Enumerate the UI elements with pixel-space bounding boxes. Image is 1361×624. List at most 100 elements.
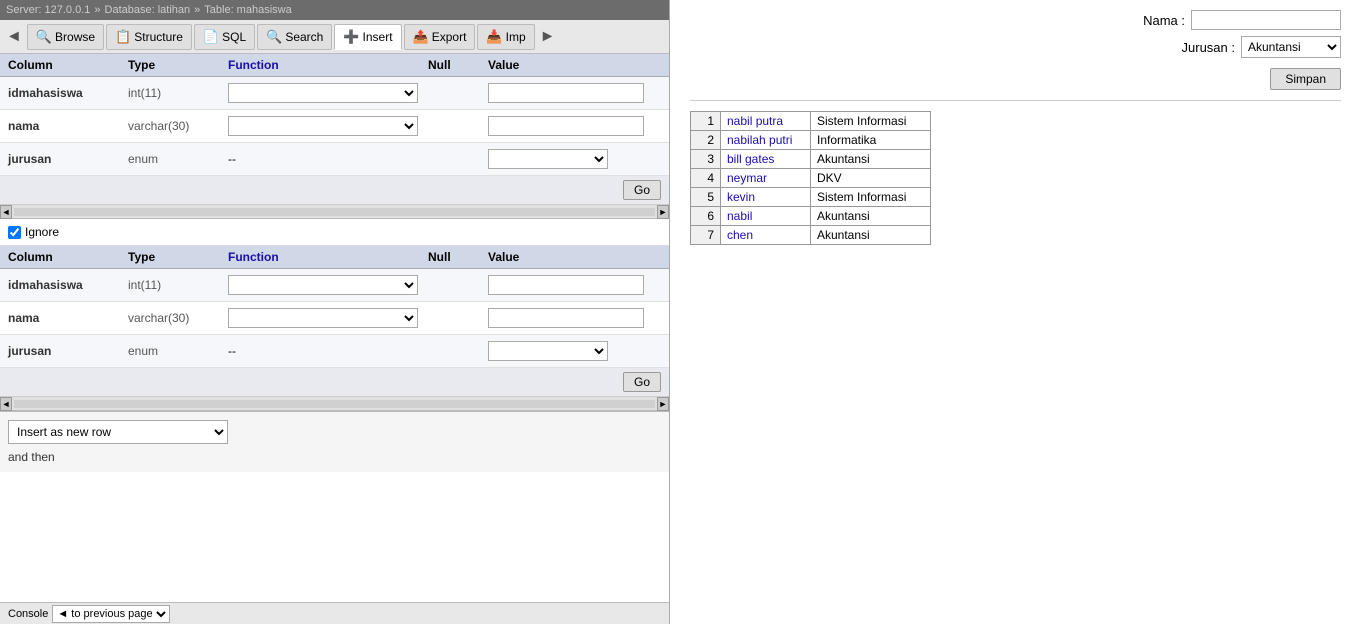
scroll-row-1: ◄ ► — [0, 205, 669, 219]
left-panel: Server: 127.0.0.1 » Database: latihan » … — [0, 0, 670, 624]
simpan-button[interactable]: Simpan — [1270, 68, 1341, 90]
scroll-right-2[interactable]: ► — [657, 397, 669, 411]
ignore-label: Ignore — [25, 225, 59, 239]
content-area: Column Type Function Null Value idmahasi… — [0, 54, 669, 602]
form1-row-jurusan: jurusan enum -- Akuntansi Informatika Si… — [0, 143, 669, 176]
nama-label: Nama : — [1125, 13, 1185, 28]
form2-row-nama: nama varchar(30) — [0, 302, 669, 335]
col-header-type-1: Type — [128, 58, 228, 72]
form2-value-idmahasiswa[interactable] — [488, 275, 644, 295]
go-button-1[interactable]: Go — [623, 180, 661, 200]
table-name-link[interactable]: nabil putra — [727, 114, 783, 128]
form1-value-nama[interactable] — [488, 116, 644, 136]
console-select[interactable]: ◄ to previous page — [52, 605, 170, 623]
form1-function-jurusan-dash: -- — [228, 152, 428, 166]
table-cell-name[interactable]: bill gates — [721, 150, 811, 169]
nama-input[interactable] — [1191, 10, 1341, 30]
console-bar: Console ◄ to previous page — [0, 602, 669, 624]
scroll-left-2[interactable]: ◄ — [0, 397, 12, 411]
console-label: Console — [8, 608, 48, 620]
nav-browse-button[interactable]: 🔍 Browse — [27, 24, 104, 50]
sql-icon: 📄 — [203, 29, 219, 45]
nav-structure-button[interactable]: 📋 Structure — [106, 24, 192, 50]
form2-row-jurusan: jurusan enum -- Akuntansi Informatika Si… — [0, 335, 669, 368]
table-name-link[interactable]: neymar — [727, 171, 767, 185]
table-name-link[interactable]: kevin — [727, 190, 755, 204]
table-name-link[interactable]: bill gates — [727, 152, 774, 166]
nama-field-row: Nama : — [1125, 10, 1341, 30]
form2-row-idmahasiswa: idmahasiswa int(11) — [0, 269, 669, 302]
form1-value-jurusan[interactable]: Akuntansi Informatika Sistem Informasi D… — [488, 149, 608, 169]
form1-value-idmahasiswa[interactable] — [488, 83, 644, 103]
table-cell-name[interactable]: chen — [721, 226, 811, 245]
back-arrow-button[interactable]: ◄ — [2, 28, 26, 46]
table-cell-name[interactable]: nabil — [721, 207, 811, 226]
form1-function-idmahasiswa[interactable] — [228, 83, 418, 103]
divider — [690, 100, 1341, 101]
ignore-checkbox[interactable] — [8, 226, 21, 239]
table-row: 6nabilAkuntansi — [691, 207, 931, 226]
insert-form-1: Column Type Function Null Value idmahasi… — [0, 54, 669, 219]
go-row-2: Go — [0, 368, 669, 397]
nav-insert-button[interactable]: ➕ Insert — [334, 24, 401, 50]
table-row: 7chenAkuntansi — [691, 226, 931, 245]
form2-function-nama[interactable] — [228, 308, 418, 328]
sql-label: SQL — [222, 30, 246, 44]
table-cell-id: 7 — [691, 226, 721, 245]
server-label: Server: 127.0.0.1 — [6, 4, 90, 16]
table-row: 1nabil putraSistem Informasi — [691, 112, 931, 131]
table-cell-jurusan: Informatika — [811, 131, 931, 150]
title-separator1: » — [94, 4, 100, 16]
form1-function-nama[interactable] — [228, 116, 418, 136]
right-form-section: Nama : Jurusan : Akuntansi Informatika S… — [690, 10, 1341, 90]
browse-icon: 🔍 — [36, 29, 52, 45]
scroll-track-2 — [14, 400, 655, 408]
forward-arrow-button[interactable]: ► — [536, 28, 560, 46]
table-row: 3bill gatesAkuntansi — [691, 150, 931, 169]
scroll-right-1[interactable]: ► — [657, 205, 669, 219]
scroll-track-1 — [14, 208, 655, 216]
form2-col-nama: nama — [8, 311, 128, 325]
table-cell-name[interactable]: neymar — [721, 169, 811, 188]
form2-value-jurusan[interactable]: Akuntansi Informatika Sistem Informasi D… — [488, 341, 608, 361]
go-button-2[interactable]: Go — [623, 372, 661, 392]
nav-export-button[interactable]: 📤 Export — [404, 24, 476, 50]
insert-action-row: Insert as new row Insert as new row and … — [8, 420, 661, 444]
scroll-row-2: ◄ ► — [0, 397, 669, 411]
table-row: 5kevinSistem Informasi — [691, 188, 931, 207]
col-header-function-1: Function — [228, 58, 428, 72]
jurusan-field-row: Jurusan : Akuntansi Informatika Sistem I… — [1175, 36, 1341, 58]
form1-col-jurusan: jurusan — [8, 152, 128, 166]
insert-action-select[interactable]: Insert as new row Insert as new row and … — [8, 420, 228, 444]
form2-value-nama[interactable] — [488, 308, 644, 328]
go-row-1: Go — [0, 176, 669, 205]
table-cell-id: 4 — [691, 169, 721, 188]
table-cell-id: 6 — [691, 207, 721, 226]
nav-search-button[interactable]: 🔍 Search — [257, 24, 332, 50]
table-cell-name[interactable]: kevin — [721, 188, 811, 207]
table-cell-jurusan: Akuntansi — [811, 150, 931, 169]
table-cell-id: 2 — [691, 131, 721, 150]
ignore-row: Ignore — [0, 219, 669, 246]
col-header-row-1: Column Type Function Null Value — [0, 54, 669, 77]
scroll-left-1[interactable]: ◄ — [0, 205, 12, 219]
nav-imp-button[interactable]: 📥 Imp — [477, 24, 534, 50]
browse-label: Browse — [55, 30, 95, 44]
col-header-column-2: Column — [8, 250, 128, 264]
title-bar: Server: 127.0.0.1 » Database: latihan » … — [0, 0, 669, 20]
table-name-link[interactable]: nabilah putri — [727, 133, 792, 147]
form1-col-nama: nama — [8, 119, 128, 133]
table-name-link[interactable]: nabil — [727, 209, 752, 223]
insert-form-2: Column Type Function Null Value idmahasi… — [0, 246, 669, 411]
nav-sql-button[interactable]: 📄 SQL — [194, 24, 255, 50]
jurusan-select[interactable]: Akuntansi Informatika Sistem Informasi D… — [1241, 36, 1341, 58]
table-row: 4neymarDKV — [691, 169, 931, 188]
table-name-link[interactable]: chen — [727, 228, 753, 242]
export-icon: 📤 — [413, 29, 429, 45]
col-header-type-2: Type — [128, 250, 228, 264]
col-header-value-1: Value — [488, 58, 661, 72]
form2-function-idmahasiswa[interactable] — [228, 275, 418, 295]
right-panel: Nama : Jurusan : Akuntansi Informatika S… — [670, 0, 1361, 624]
table-cell-name[interactable]: nabilah putri — [721, 131, 811, 150]
table-cell-name[interactable]: nabil putra — [721, 112, 811, 131]
